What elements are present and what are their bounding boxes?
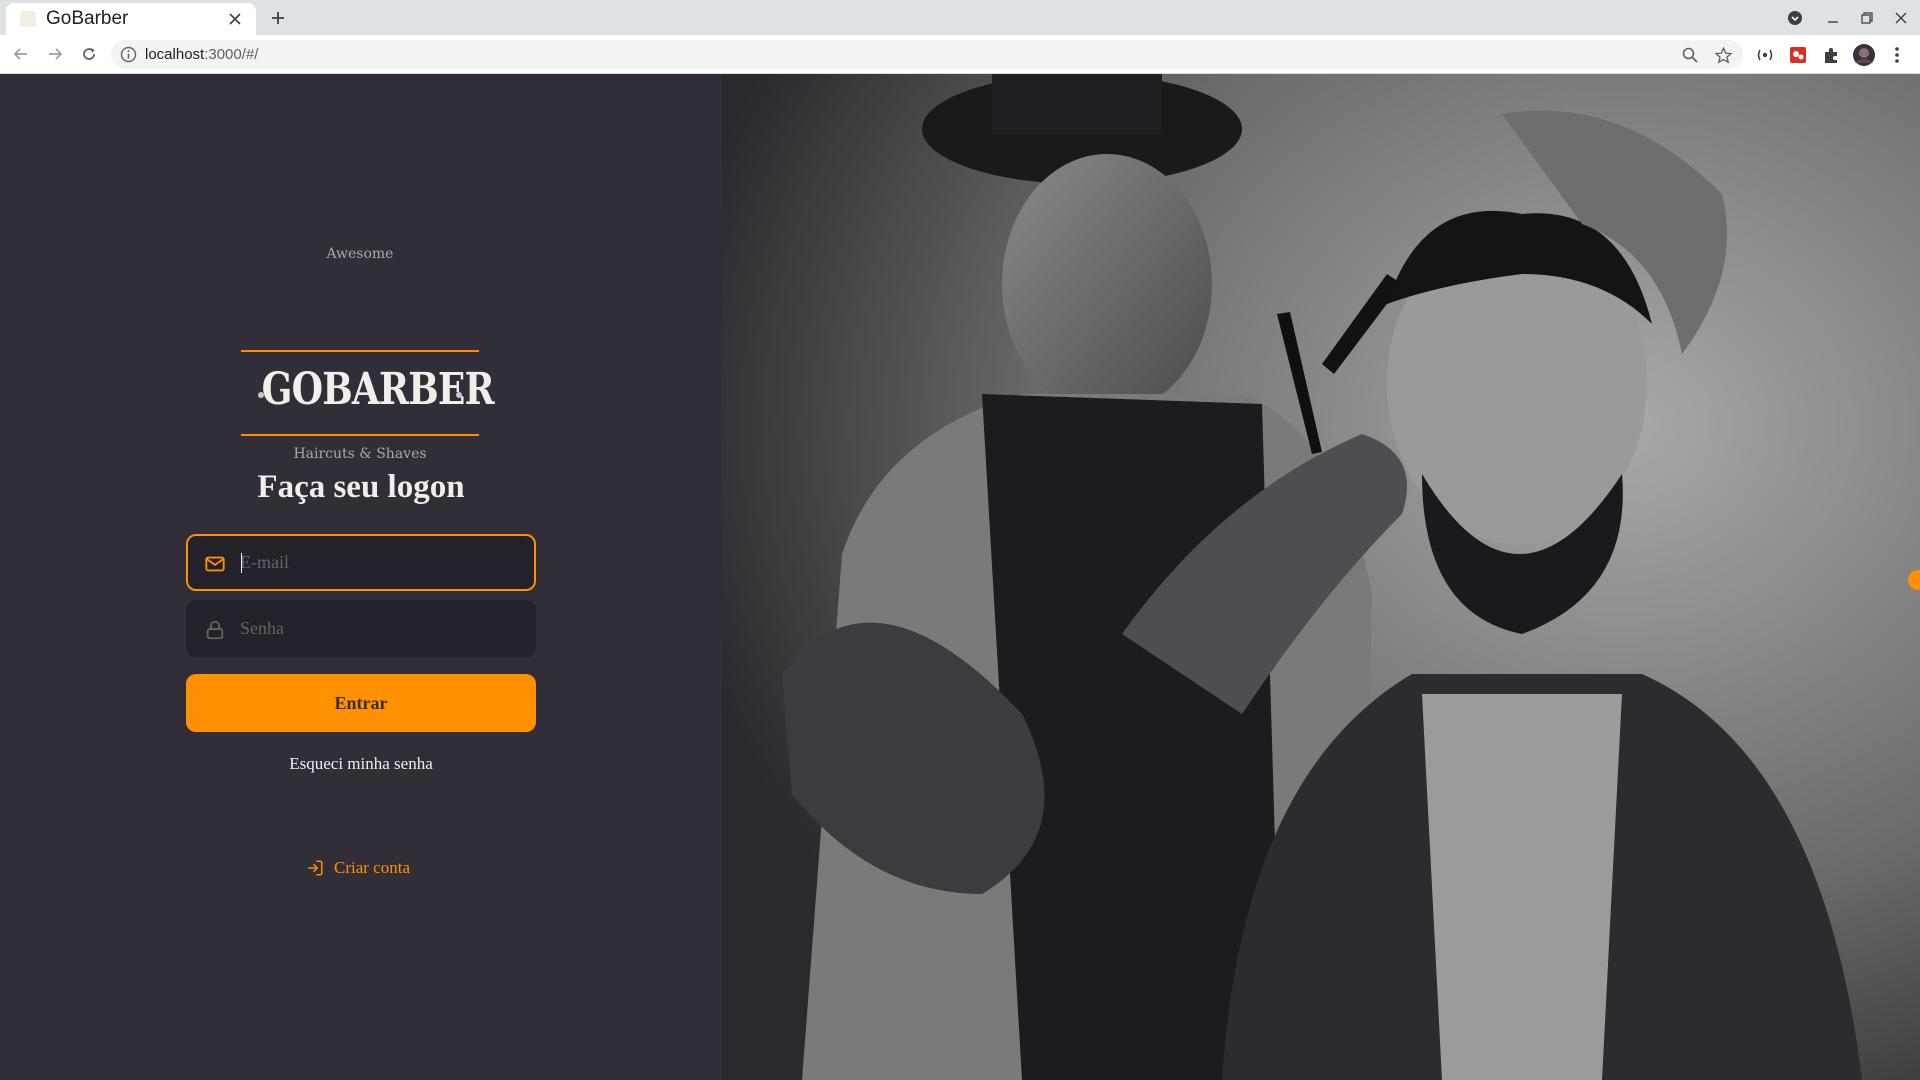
password-field[interactable] [186,600,536,657]
mail-icon [205,556,225,572]
signin-panel: Awesome GOBARBER Haircuts & Shaves Faça … [0,74,722,1080]
page-content: Awesome GOBARBER Haircuts & Shaves Faça … [0,74,1920,1080]
restore-icon[interactable] [1854,5,1880,31]
browser-toolbar: localhost:3000/#/ [0,35,1920,74]
extensions-puzzle-icon[interactable] [1818,42,1844,68]
favicon-icon [20,11,36,27]
forward-icon[interactable] [42,41,68,67]
browser-tab[interactable]: GoBarber [6,3,256,35]
extension-red-icon[interactable] [1785,42,1811,68]
logo-tagline-bottom: Haircuts & Shaves [293,446,427,462]
logo-rule-bottom [241,434,479,436]
background-photo [722,74,1920,1080]
submit-button[interactable]: Entrar [186,674,536,732]
window-close-icon[interactable] [1888,5,1914,31]
lock-icon [206,620,224,640]
new-tab-icon[interactable] [266,6,290,30]
tab-search-icon[interactable] [1782,5,1808,31]
bookmark-star-icon[interactable] [1712,44,1734,66]
profile-avatar-icon[interactable] [1851,42,1877,68]
email-field[interactable] [186,534,536,591]
back-icon[interactable] [8,41,34,67]
tab-title: GoBarber [46,8,129,29]
password-input[interactable] [240,602,520,655]
minimize-icon[interactable] [1820,5,1846,31]
browser-tab-bar: GoBarber [0,0,1920,35]
tab-close-icon[interactable] [224,8,246,30]
email-input[interactable] [240,536,520,589]
logo-dot-right [456,392,462,398]
browser-menu-icon[interactable] [1884,42,1910,68]
barber-photo-illustration [722,74,1920,1080]
zoom-icon[interactable] [1679,44,1701,66]
create-account-link[interactable]: Criar conta [306,858,410,878]
extension-devtools-icon[interactable] [1752,42,1778,68]
reload-icon[interactable] [76,41,102,67]
logo-tagline-top: Awesome [326,246,394,262]
site-info-icon[interactable] [120,46,137,63]
page-title: Faça seu logon [257,469,465,505]
create-account-label: Criar conta [334,858,410,877]
text-caret [241,553,242,573]
logo-rule-top [241,350,479,352]
url-text: localhost:3000/#/ [145,46,259,63]
logo-brand: GOBARBER [261,364,495,415]
address-bar[interactable]: localhost:3000/#/ [111,40,1743,69]
forgot-password-link[interactable]: Esqueci minha senha [186,754,536,774]
gobarber-logo: Awesome GOBARBER Haircuts & Shaves [240,246,495,462]
log-in-icon [308,860,323,876]
